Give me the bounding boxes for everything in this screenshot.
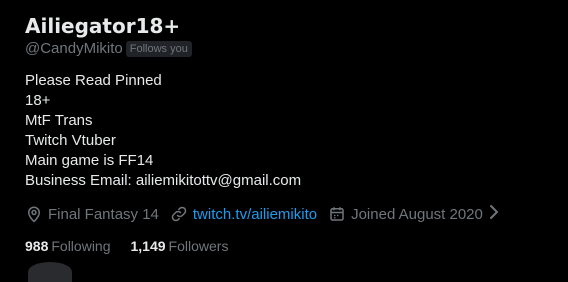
following-label: Following <box>51 238 111 254</box>
followers-label: Followers <box>168 238 229 254</box>
bio-line: MtF Trans <box>25 112 93 129</box>
avatar <box>28 262 72 282</box>
following-stat[interactable]: 988 Following <box>25 237 111 255</box>
following-count: 988 <box>25 238 49 254</box>
chevron-right-icon[interactable] <box>487 203 501 225</box>
bio-line: Please Read Pinned <box>25 72 162 89</box>
followers-stat[interactable]: 1,149 Followers <box>131 237 229 255</box>
follows-you-badge: Follows you <box>125 41 192 57</box>
bio-line: Business Email: ailiemikitottv@gmail.com <box>25 172 302 189</box>
joined-date: Joined August 2020 <box>328 205 483 223</box>
calendar-icon <box>328 205 346 223</box>
bio-line: Twitch Vtuber <box>25 132 116 149</box>
joined-text: Joined August 2020 <box>351 205 483 223</box>
location-text: Final Fantasy 14 <box>48 205 159 223</box>
website[interactable]: twitch.tv/ailiemikito <box>170 205 317 223</box>
user-handle: @CandyMikito <box>25 40 123 57</box>
location: Final Fantasy 14 <box>25 205 159 223</box>
follow-stats: 988 Following 1,149 Followers <box>25 237 248 255</box>
display-name: Ailiegator18+ <box>25 14 181 38</box>
handle-row: @CandyMikito Follows you <box>25 40 192 58</box>
link-icon <box>170 205 188 223</box>
bio-line: 18+ <box>25 92 51 109</box>
bio-line: Main game is FF14 <box>25 152 154 169</box>
bio: Please Read Pinned 18+ MtF Trans Twitch … <box>25 71 301 191</box>
followers-count: 1,149 <box>130 238 166 254</box>
profile-meta: Final Fantasy 14 twitch.tv/ailiemikito J… <box>25 203 501 225</box>
website-link[interactable]: twitch.tv/ailiemikito <box>193 206 317 223</box>
location-pin-icon <box>25 205 43 223</box>
